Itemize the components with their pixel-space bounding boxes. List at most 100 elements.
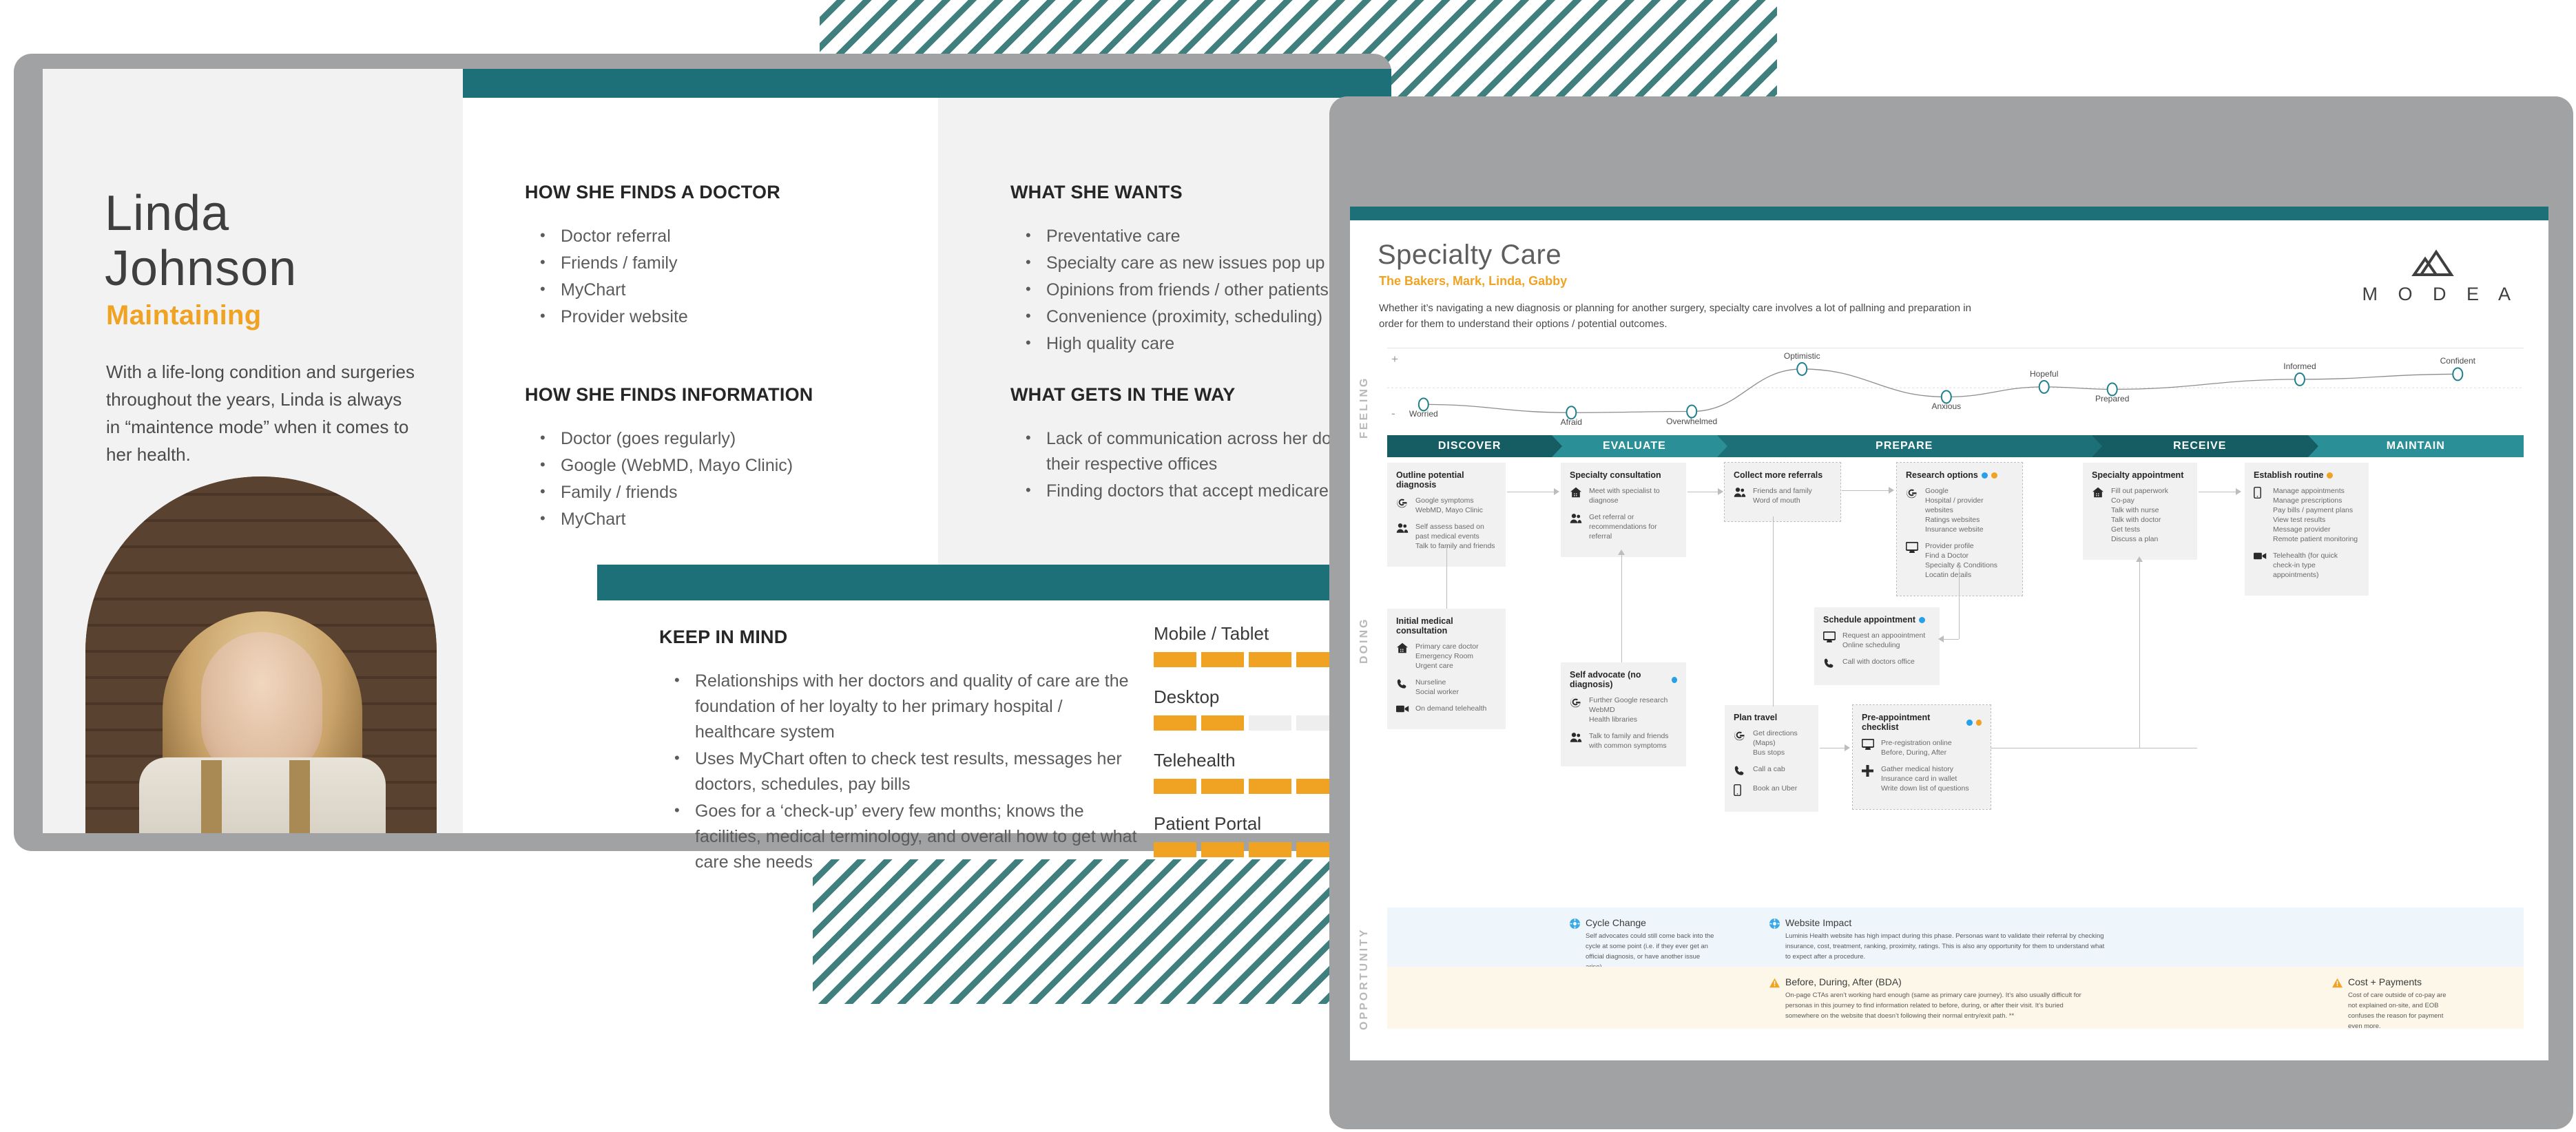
emotion-label: Worried [1409,409,1438,419]
phase-prepare[interactable]: PREPARE [1716,435,2102,457]
persona-slide: Linda Johnson Maintaining With a life-lo… [43,69,1402,872]
phase-evaluate[interactable]: EVALUATE [1552,435,1727,457]
card-row: Google symptoms WebMD, Mayo Clinic [1396,496,1497,515]
journey-card-collect-more-referrals[interactable]: Collect more referrals Friends and family… [1724,462,1841,522]
mobile-icon [2254,486,2267,544]
tag-dot-orange [1991,472,1997,479]
card-title: Plan travel [1734,713,1778,722]
section-list: Doctor referralFriends / familyMyChartPr… [525,222,911,330]
flow-connector [1621,552,1622,662]
section-list: Doctor (goes regularly)Google (WebMD, Ma… [525,425,911,532]
journey-description: Whether it’s navigating a new diagnosis … [1379,302,1971,330]
journey-card-plan-travel[interactable]: Plan travel Get directions (Maps) Bus stop… [1725,705,1818,812]
section-list: Relationships with her doctors and quali… [659,667,1141,875]
persona-name: Linda Johnson [105,186,449,296]
device-rating-segment [1154,715,1196,731]
flow-arrow [1718,488,1723,495]
card-row: Book an Uber [1734,784,1809,796]
tag-dot-blue [1981,472,1988,479]
tag-dot-blue [1672,676,1677,683]
opportunity-title: Cycle Change [1586,917,1646,928]
persona-description: With a life-long condition and surgeries… [106,361,415,465]
card-row: Call with doctors office [1823,657,1931,669]
card-row: Google Hospital / provider websites Rating… [1906,486,2013,534]
card-row-text: Request an appoointment Online scheduling [1842,631,1926,649]
people-icon [1570,512,1583,541]
card-row-text: Provider profile Find a Doctor Specialty &… [1925,542,1998,579]
gear-icon [1570,917,1581,972]
journey-card-establish-routine[interactable]: Establish routine Manage appointments Mana… [2245,463,2369,596]
card-row: Primary care doctor Emergency Room Urgent … [1396,642,1497,671]
card-row: Meet with specialist to diagnose [1570,486,1677,505]
device-rating-segment [1201,652,1244,667]
section-how-she-finds-a-doctor: HOW SHE FINDS A DOCTOR Doctor referralFr… [525,182,911,331]
card-row-text: Nurseline Social worker [1415,678,1460,696]
card-row-text: Google Hospital / provider websites Rating… [1925,487,1984,534]
opportunity-website-impact[interactable]: Website Impact Luminis Health website has… [1769,917,2107,962]
google-icon [1570,695,1583,724]
journey-teal-bar [1350,207,2548,220]
phone-icon [1823,657,1837,669]
card-row-text: Call with doctors office [1842,658,1915,666]
journey-card-specialty-consultation[interactable]: Specialty consultation Meet with speciali… [1561,463,1686,557]
people-icon [1396,522,1410,551]
screenshot-root: Linda Johnson Maintaining With a life-lo… [0,0,2576,1132]
mountain-icon [2411,249,2454,276]
video-icon [2254,551,2267,580]
device-rating-segment [1201,842,1244,857]
phase-maintain[interactable]: MAINTAIN [2307,435,2524,457]
google-icon [1906,486,1920,534]
card-title: Pre-appointment checklist [1862,713,1982,732]
journey-card-schedule-appointment[interactable]: Schedule appointment Request an appoointm… [1814,607,1940,685]
card-title: Outline potential diagnosis [1396,470,1464,490]
card-row-text: Friends and family Word of mouth [1753,487,1812,505]
card-row: On demand telehealth [1396,704,1497,713]
feeling-curve-chart: + - Worried Afraid Overwhelmed Optimistic An… [1387,348,2524,427]
phase-discover[interactable]: DISCOVER [1387,435,1563,457]
card-row: Gather medical history Insurance card in … [1862,764,1982,793]
emotion-label: Anxious [1931,401,1962,412]
journey-card-self-advocate[interactable]: Self advocate (no diagnosis) Further Goog… [1561,662,1686,766]
emotion-point [2294,372,2305,386]
phone-icon [1396,678,1410,697]
journey-card-specialty-appointment[interactable]: Specialty appointment Fill out paperwork C… [2083,463,2197,560]
home-icon [1570,486,1583,505]
card-row-text: On demand telehealth [1415,704,1487,713]
card-row-text: Telehealth (for quick check-in type appo… [2273,552,2338,579]
card-row: Talk to family and friends with common s… [1570,731,1677,751]
flow-connector [1842,490,1893,491]
tag-dot-orange [2327,472,2334,479]
journey-card-pre-appointment-checklist[interactable]: Pre-appointment checklist Pre-registratio… [1852,704,1991,810]
emotion-point [1796,361,1808,376]
card-title: Collect more referrals [1734,470,1823,480]
opportunity-title: Before, During, After (BDA) [1785,976,1902,987]
journey-title: Specialty Care [1378,240,1562,270]
card-row-text: Manage appointments Manage prescriptions P… [2273,487,2358,543]
opportunity-cost-payments[interactable]: Cost + Payments Cost of care outside of c… [2332,976,2456,1031]
phase-label: RECEIVE [2173,440,2227,452]
journey-map-slide: Specialty Care The Bakers, Mark, Linda, … [1350,207,2548,1060]
phase-receive[interactable]: RECEIVE [2092,435,2318,457]
google-icon [1396,496,1410,515]
list-item: Goes for a ‘check-up’ every few months; … [659,797,1141,875]
rail-label-opportunity: OPPORTUNITY [1358,927,1370,1031]
card-row: Get directions (Maps) Bus stops [1734,729,1809,757]
device-rating-segment [1154,779,1196,794]
people-icon [1734,486,1747,505]
opportunity-cycle-change[interactable]: Cycle Change Self advocates could still c… [1570,917,1718,972]
persona-name-line1: Linda [105,186,230,241]
emotion-label: Informed [2283,361,2316,371]
card-row: Request an appoointment Online scheduling [1823,631,1931,650]
video-icon [1396,704,1410,713]
journey-card-initial-medical-consultation[interactable]: Initial medical consultation Primary care… [1387,609,1506,729]
list-item: Uses MyChart often to check test results… [659,745,1141,797]
card-row-text: Book an Uber [1753,784,1798,793]
opportunity-title: Website Impact [1785,917,1852,928]
list-item: MyChart [525,276,911,303]
card-row-text: Meet with specialist to diagnose [1589,487,1660,505]
journey-card-research-options[interactable]: Research options Google Hospital / provide… [1896,462,2023,596]
warning-icon [2332,976,2343,1031]
device-rating-segment [1154,652,1196,667]
rail-label-doing: DOING [1358,617,1370,664]
opportunity-before-during-after[interactable]: Before, During, After (BDA) On-page CTAs … [1769,976,2093,1021]
